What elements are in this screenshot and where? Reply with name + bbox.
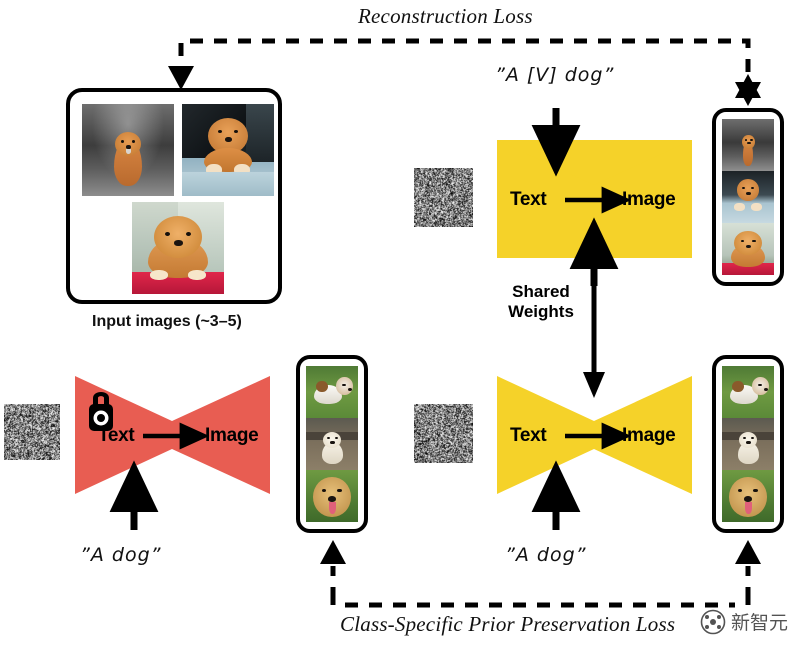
output-photo-jack-russell-grass xyxy=(306,366,358,418)
reconstruction-arrow-to-output xyxy=(735,82,761,106)
shared-weights-arrow xyxy=(583,232,605,398)
unet-bottom-right-image-label: Image xyxy=(622,425,675,447)
output-strip-top-right xyxy=(712,108,784,286)
input-images-caption: Input images (~3–5) xyxy=(92,313,242,331)
input-photo-chow-standing-forest xyxy=(82,104,174,196)
input-images-panel xyxy=(66,88,282,304)
watermark-text: 新智元 xyxy=(731,608,788,635)
prompt-class-bottom-left: ”A dog” xyxy=(80,544,161,566)
shared-weights-line-2: Weights xyxy=(496,302,586,322)
output-photo-jack-russell-grass-2 xyxy=(722,366,774,418)
diagram-canvas: Reconstruction Loss Class-Specific Prior… xyxy=(0,0,800,651)
output-photo-golden-retriever-face xyxy=(306,470,358,522)
noise-input-bottom-right xyxy=(414,404,473,463)
prompt-class-bottom-right: ”A dog” xyxy=(505,544,586,566)
output-strip-bottom-left xyxy=(296,355,368,533)
unet-bottom-left-image-label: Image xyxy=(205,425,258,447)
noise-input-top-right xyxy=(414,168,473,227)
input-photo-chow-red-blanket xyxy=(132,202,224,294)
prior-preservation-loss-label: Class-Specific Prior Preservation Loss xyxy=(340,612,675,637)
unet-bottom-left-text-label: Text xyxy=(98,425,134,447)
unet-top-right-text-label: Text xyxy=(510,189,546,211)
output-photo-chow-car-window xyxy=(722,171,774,223)
unet-bottom-right-text-label: Text xyxy=(510,425,546,447)
shared-weights-line-1: Shared xyxy=(496,282,586,302)
output-photo-golden-retriever-face-2 xyxy=(722,470,774,522)
watermark-logo-icon xyxy=(700,609,726,635)
output-strip-bottom-right xyxy=(712,355,784,533)
reconstruction-loss-label: Reconstruction Loss xyxy=(358,4,533,29)
unet-top-right-image-label: Image xyxy=(622,189,675,211)
prior-preservation-loss-path xyxy=(333,566,748,605)
input-photo-chow-car-window xyxy=(182,104,274,196)
shared-weights-label: Shared Weights xyxy=(496,282,586,322)
prompt-unique-subject: ”A [V] dog” xyxy=(495,64,614,86)
output-photo-white-lab-puppy-2 xyxy=(722,418,774,470)
noise-input-bottom-left xyxy=(4,404,60,460)
output-photo-chow-red-blanket xyxy=(722,223,774,275)
output-photo-white-lab-puppy xyxy=(306,418,358,470)
output-photo-chow-standing-forest xyxy=(722,119,774,171)
watermark: 新智元 xyxy=(700,608,788,635)
